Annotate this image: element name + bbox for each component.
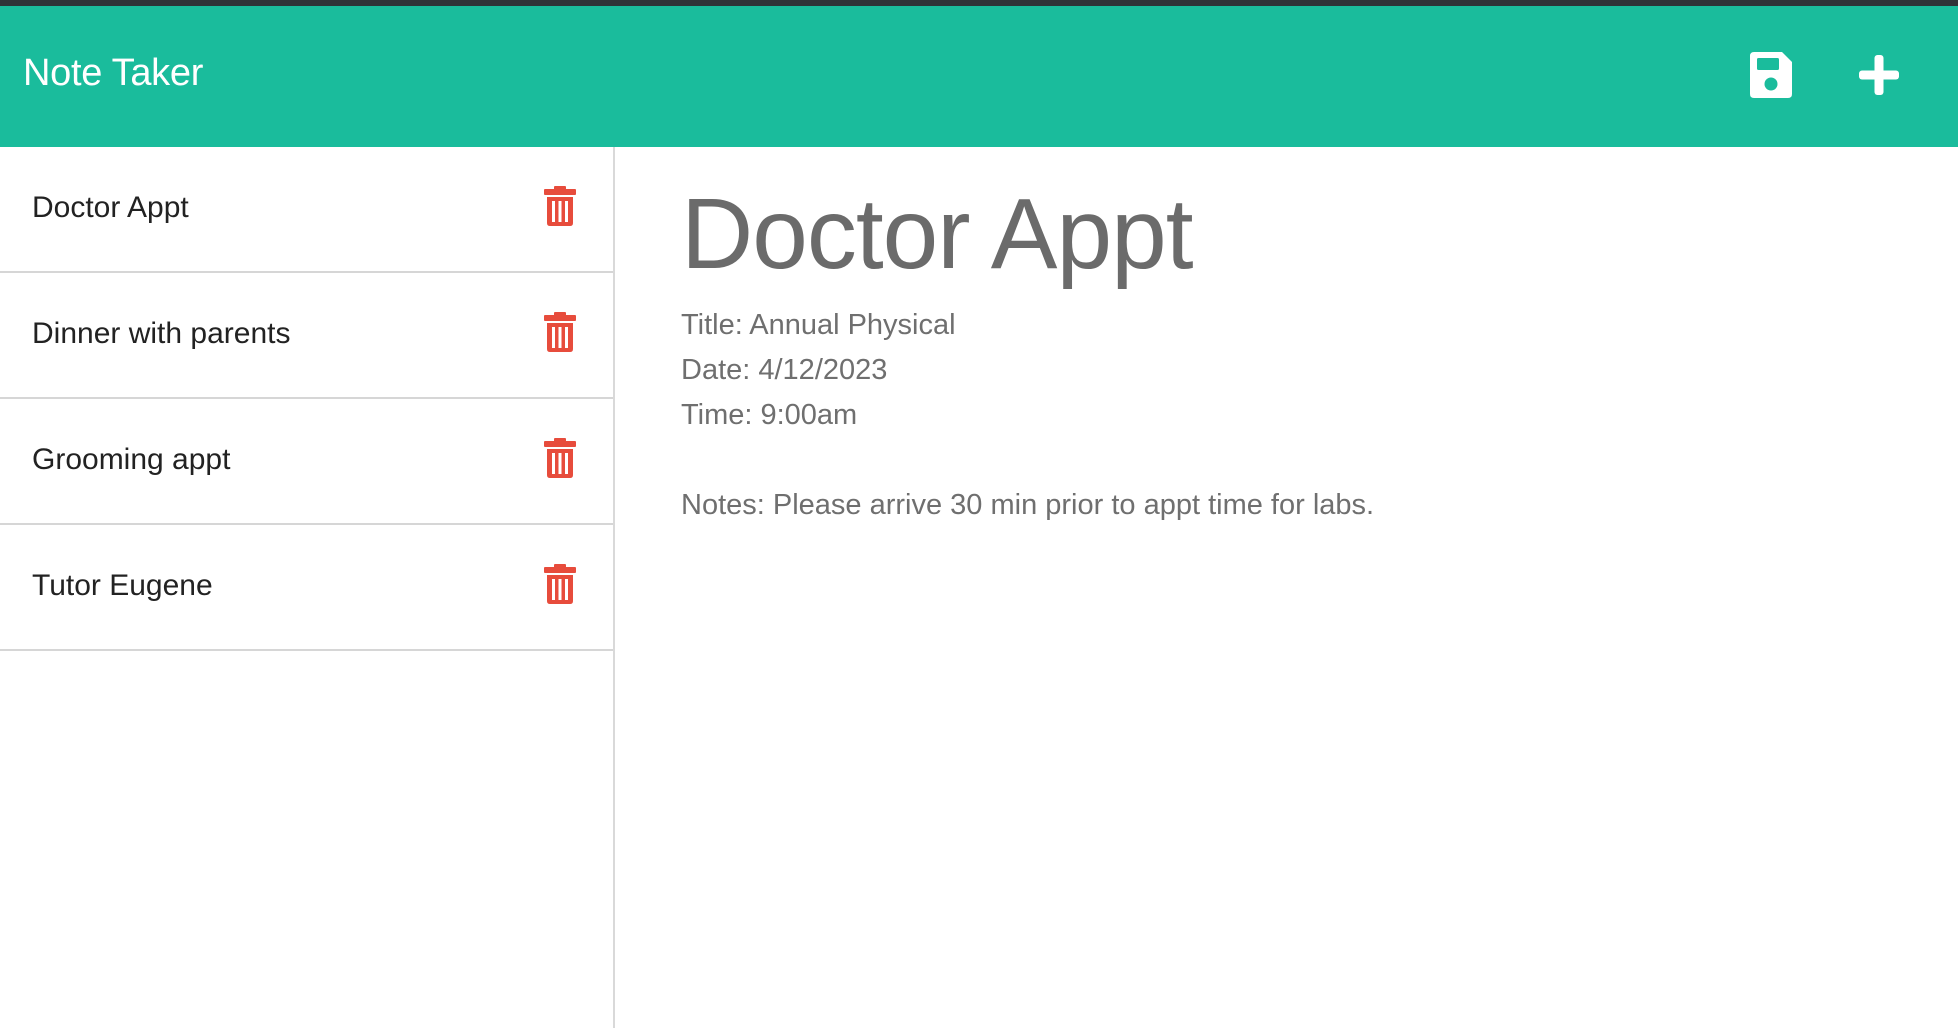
trash-icon	[544, 564, 576, 604]
note-list: Doctor Appt Dinner with parents Grooming…	[0, 147, 613, 651]
list-item[interactable]: Doctor Appt	[0, 147, 613, 273]
note-text-area[interactable]: Title: Annual Physical Date: 4/12/2023 T…	[681, 303, 1881, 528]
note-title[interactable]: Doctor Appt	[32, 191, 189, 224]
note-title[interactable]: Dinner with parents	[32, 317, 290, 350]
note-line: Notes: Please arrive 30 min prior to app…	[681, 489, 1375, 521]
trash-icon	[544, 312, 576, 352]
note-line	[681, 438, 1881, 483]
list-item[interactable]: Tutor Eugene	[0, 525, 613, 651]
notes-sidebar: Doctor Appt Dinner with parents Grooming…	[0, 147, 615, 1028]
note-title[interactable]: Grooming appt	[32, 443, 230, 476]
save-note-button[interactable]	[1746, 50, 1796, 100]
note-title[interactable]: Tutor Eugene	[32, 569, 213, 602]
delete-note-button[interactable]	[540, 311, 580, 353]
list-item[interactable]: Grooming appt	[0, 399, 613, 525]
delete-note-button[interactable]	[540, 437, 580, 479]
floppy-disk-icon	[1750, 52, 1792, 98]
note-title-input[interactable]: Doctor Appt	[681, 177, 1194, 292]
app-title[interactable]: Note Taker	[23, 54, 203, 92]
note-line: Time: 9:00am	[681, 399, 858, 431]
delete-note-button[interactable]	[540, 563, 580, 605]
delete-note-button[interactable]	[540, 185, 580, 227]
note-line: Date: 4/12/2023	[681, 354, 888, 386]
note-line: Title: Annual Physical	[681, 309, 956, 341]
new-note-button[interactable]	[1854, 50, 1904, 100]
list-item[interactable]: Dinner with parents	[0, 273, 613, 399]
plus-icon	[1859, 55, 1899, 95]
navbar: Note Taker	[0, 6, 1958, 147]
trash-icon	[544, 438, 576, 478]
note-editor: Doctor Appt Title: Annual Physical Date:…	[617, 147, 1958, 1028]
trash-icon	[544, 186, 576, 226]
